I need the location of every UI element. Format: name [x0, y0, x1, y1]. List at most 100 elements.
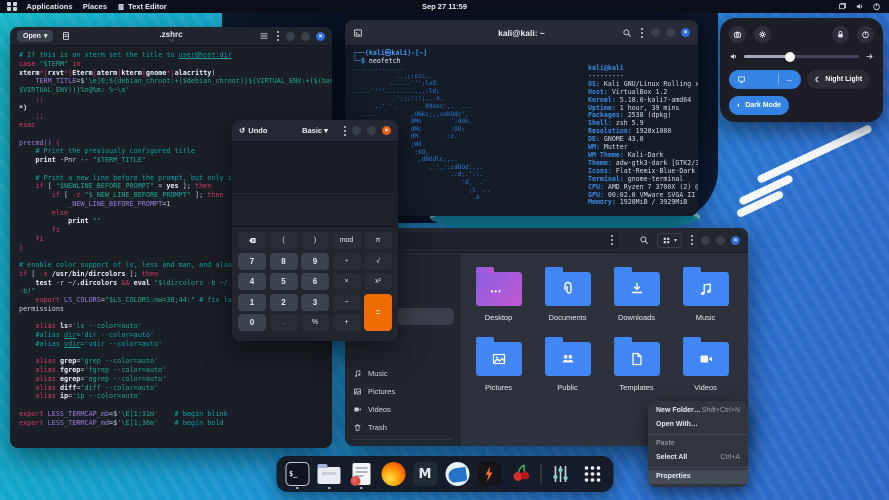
applications-menu[interactable]: Applications	[27, 2, 73, 11]
terminal-titlebar[interactable]: kali@kali: ~ ×	[345, 20, 698, 46]
window-icon[interactable]	[838, 2, 847, 11]
dock-item-files[interactable]	[316, 459, 342, 489]
folder-public[interactable]: Public	[533, 332, 602, 402]
maximize-button[interactable]	[666, 28, 675, 37]
dock-item-text-editor[interactable]	[348, 459, 374, 489]
close-button[interactable]: ×	[681, 28, 690, 37]
dock-item-burpsuite[interactable]	[476, 459, 502, 489]
volume-icon[interactable]	[855, 2, 864, 11]
chevron-right-icon[interactable]: →	[785, 75, 793, 84]
dock-item-terminal[interactable]: $_	[284, 459, 310, 489]
screenshot-button[interactable]	[729, 26, 746, 43]
menu-kebab-icon[interactable]	[690, 235, 693, 245]
dock-item-tweaks[interactable]	[547, 459, 573, 489]
calculator-entry[interactable]	[232, 193, 398, 226]
pi-key[interactable]: π	[364, 232, 392, 249]
folder-videos[interactable]: Videos	[671, 332, 740, 402]
five-key[interactable]: 5	[270, 273, 298, 290]
one-key[interactable]: 1	[238, 294, 266, 311]
close-button[interactable]: ×	[731, 236, 740, 245]
divide-key[interactable]: ÷	[333, 253, 361, 270]
focused-app-menu[interactable]: Text Editor	[117, 2, 167, 11]
menu-item-new-folder[interactable]: New Folder…Shift+Ctrl+N	[648, 404, 748, 418]
equals-key[interactable]: =	[364, 294, 392, 332]
six-key[interactable]: 6	[301, 273, 329, 290]
dock-item-cherrytree[interactable]	[508, 459, 534, 489]
power-button[interactable]	[857, 26, 874, 43]
menu-kebab-icon[interactable]	[276, 31, 279, 41]
calculator-titlebar[interactable]: ↺ Undo Basic ▾ ×	[232, 120, 398, 142]
dock-item-wireshark[interactable]	[444, 459, 470, 489]
display-toggle[interactable]: →	[729, 70, 801, 89]
mod-key[interactable]: mod	[333, 232, 361, 249]
power-icon[interactable]	[872, 2, 881, 11]
four-key[interactable]: 4	[238, 273, 266, 290]
zero-key[interactable]: 0	[238, 314, 266, 331]
menu-item-properties[interactable]: Properties	[648, 470, 748, 484]
add-key[interactable]: +	[333, 314, 361, 331]
two-key[interactable]: 2	[270, 294, 298, 311]
places-menu[interactable]: Places	[83, 2, 107, 11]
subtract-key[interactable]: −	[333, 294, 361, 311]
sidebar-item-music[interactable]: Music	[345, 364, 459, 382]
workspace-indicator-icon[interactable]	[7, 2, 17, 11]
menu-kebab-icon[interactable]	[640, 28, 643, 38]
seven-key[interactable]: 7	[238, 253, 266, 270]
volume-slider[interactable]	[744, 55, 859, 59]
lock-button[interactable]	[832, 26, 849, 43]
folder-templates[interactable]: Templates	[602, 332, 671, 402]
new-document-button[interactable]	[61, 31, 71, 41]
running-indicator	[328, 487, 331, 490]
close-paren-key[interactable]: )	[301, 232, 329, 249]
close-button[interactable]: ×	[316, 32, 325, 41]
document-list-icon[interactable]	[259, 31, 269, 41]
dock-item-metasploit[interactable]: M	[412, 459, 438, 489]
open-paren-key[interactable]: (	[270, 232, 298, 249]
close-button[interactable]: ×	[382, 126, 391, 135]
dark-mode-toggle[interactable]: ◐ Dark Mode	[729, 96, 789, 115]
view-toggle-button[interactable]: ▾	[657, 233, 682, 248]
sqrt-key[interactable]: √	[364, 253, 392, 270]
open-button[interactable]: Open▾	[17, 30, 53, 42]
three-key[interactable]: 3	[301, 294, 329, 311]
menu-item-select-all[interactable]: Select AllCtrl+A	[648, 451, 748, 465]
percent-key[interactable]: %	[301, 314, 329, 331]
minimize-button[interactable]	[701, 236, 710, 245]
sidebar-item-trash[interactable]: Trash	[345, 418, 459, 436]
eight-key[interactable]: 8	[270, 253, 298, 270]
folder-downloads[interactable]: Downloads	[602, 262, 671, 332]
square-key[interactable]: x²	[364, 273, 392, 290]
sidebar-item-pictures[interactable]: Pictures	[345, 382, 459, 400]
night-light-toggle[interactable]: ☾ Night Light	[807, 70, 870, 89]
nine-key[interactable]: 9	[301, 253, 329, 270]
minimize-button[interactable]	[286, 32, 295, 41]
settings-button[interactable]	[754, 26, 771, 43]
audio-output-icon[interactable]	[865, 52, 874, 61]
search-icon[interactable]	[639, 235, 649, 245]
decimal-key[interactable]: .	[270, 314, 298, 331]
backspace-key[interactable]	[238, 232, 266, 249]
dock-item-app-grid[interactable]	[579, 459, 605, 489]
folder-pictures[interactable]: Pictures	[464, 332, 533, 402]
multiply-key[interactable]: ×	[333, 273, 361, 290]
text-editor-titlebar[interactable]: Open▾ .zshrc ~/ ×	[10, 27, 332, 46]
maximize-button[interactable]	[716, 236, 725, 245]
search-icon[interactable]	[622, 28, 632, 38]
folder-desktop[interactable]: •••Desktop	[464, 262, 533, 332]
maximize-button[interactable]	[301, 32, 310, 41]
volume-slider-knob[interactable]	[785, 52, 795, 62]
undo-button[interactable]: ↺ Undo	[239, 126, 267, 135]
menu-item-open-with[interactable]: Open With…	[648, 418, 748, 432]
sidebar-item-videos[interactable]: Videos	[345, 400, 459, 418]
folder-music[interactable]: Music	[671, 262, 740, 332]
maximize-button[interactable]	[367, 126, 376, 135]
minimize-button[interactable]	[352, 126, 361, 135]
dock-item-firefox[interactable]	[380, 459, 406, 489]
prompt-line: ┌──(kali㉿kali)-[~]	[353, 49, 698, 57]
path-options-kebab-icon[interactable]	[610, 235, 613, 245]
menu-kebab-icon[interactable]	[343, 126, 346, 136]
file-manager-titlebar[interactable]: Home ▾ ×	[345, 228, 748, 253]
sidebar-item-other-locations[interactable]: +Other Locations	[345, 443, 459, 446]
folder-documents[interactable]: Documents	[533, 262, 602, 332]
minimize-button[interactable]	[651, 28, 660, 37]
